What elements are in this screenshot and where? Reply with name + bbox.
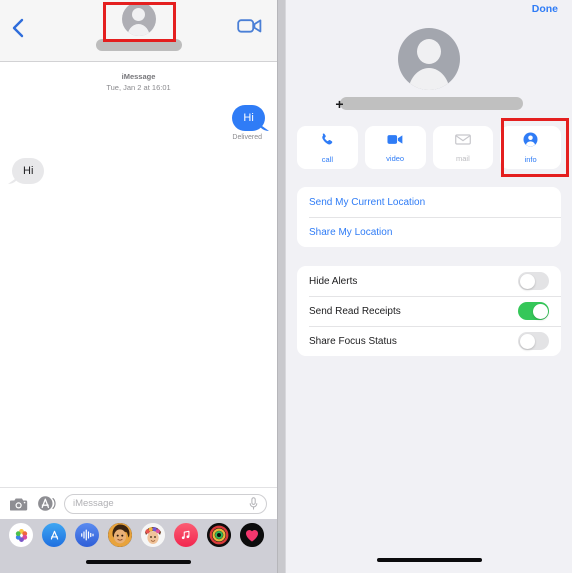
header-contact[interactable] <box>0 2 277 51</box>
service-label: iMessage <box>121 72 156 81</box>
send-read-receipts-label: Send Read Receipts <box>309 305 401 317</box>
phone-prefix: + <box>335 95 344 112</box>
hide-alerts-row[interactable]: Hide Alerts <box>297 266 561 296</box>
thread-meta: iMessage Tue, Jan 2 at 16:01 <box>12 62 265 93</box>
send-current-location-label: Send My Current Location <box>309 196 426 208</box>
details-spacer <box>286 356 572 547</box>
contact-phone-number: + <box>286 95 572 112</box>
share-focus-status-toggle[interactable] <box>518 332 549 350</box>
message-row-incoming: Hi <box>12 158 265 184</box>
settings-card: Hide Alerts Send Read Receipts Share Foc… <box>297 266 561 356</box>
panel-divider <box>277 0 286 573</box>
messages-conversation-panel: iMessage Tue, Jan 2 at 16:01 Hi Delivere… <box>0 0 277 573</box>
microphone-icon[interactable] <box>249 497 258 510</box>
heart-app-icon[interactable] <box>240 523 264 547</box>
video-camera-icon[interactable] <box>237 16 263 36</box>
envelope-icon <box>454 133 471 151</box>
delivery-status: Delivered <box>232 134 262 141</box>
phone-icon <box>320 132 335 152</box>
share-my-location-row[interactable]: Share My Location <box>297 217 561 247</box>
avatar[interactable] <box>121 2 156 36</box>
done-button[interactable]: Done <box>532 3 558 15</box>
memoji-two-icon[interactable] <box>141 523 165 547</box>
message-thread: iMessage Tue, Jan 2 at 16:01 Hi Delivere… <box>0 62 277 487</box>
camera-icon[interactable] <box>9 496 29 512</box>
video-camera-icon <box>387 133 403 151</box>
digital-touch-icon[interactable] <box>207 523 231 547</box>
details-nav-bar: Done <box>286 0 572 18</box>
message-bubble-incoming[interactable]: Hi <box>12 158 45 184</box>
home-indicator-bar <box>376 558 482 562</box>
mail-button-label: mail <box>455 153 470 163</box>
message-input-field[interactable]: iMessage <box>64 493 267 514</box>
photos-app-icon[interactable] <box>9 523 33 547</box>
contact-summary: + <box>286 28 572 112</box>
app-store-icon[interactable] <box>42 523 66 547</box>
contact-action-buttons: call video mail info <box>286 118 572 177</box>
send-read-receipts-toggle[interactable] <box>518 302 549 320</box>
hide-alerts-toggle[interactable] <box>518 272 549 290</box>
music-app-icon[interactable] <box>174 523 198 547</box>
thread-timestamp: Tue, Jan 2 at 16:01 <box>106 83 171 92</box>
message-bubble-outgoing[interactable]: Hi <box>232 105 265 131</box>
imessage-app-drawer[interactable] <box>0 519 277 551</box>
conversation-header <box>0 0 277 62</box>
send-current-location-row[interactable]: Send My Current Location <box>297 187 561 217</box>
info-button[interactable]: info <box>500 126 561 169</box>
location-card: Send My Current Location Share My Locati… <box>297 187 561 247</box>
info-button-label: info <box>524 154 537 164</box>
contact-name-redacted <box>95 39 182 51</box>
call-button[interactable]: call <box>297 126 358 169</box>
audio-message-icon[interactable] <box>75 523 99 547</box>
video-button-label: video <box>386 153 405 163</box>
hide-alerts-label: Hide Alerts <box>309 275 358 287</box>
mail-button: mail <box>432 126 494 169</box>
home-indicator-right <box>286 547 572 573</box>
toggle-knob <box>519 273 535 289</box>
person-circle-icon <box>523 132 538 152</box>
memoji-one-icon[interactable] <box>108 523 132 547</box>
contact-details-panel: Done + call video mail info Send My Curr… <box>286 0 572 573</box>
video-button[interactable]: video <box>364 126 426 169</box>
share-focus-status-row[interactable]: Share Focus Status <box>297 326 561 356</box>
share-my-location-label: Share My Location <box>309 226 393 238</box>
contact-avatar[interactable] <box>398 28 460 90</box>
person-avatar-icon <box>121 2 156 36</box>
toggle-knob <box>519 333 535 349</box>
send-read-receipts-row[interactable]: Send Read Receipts <box>297 296 561 326</box>
message-input-placeholder: iMessage <box>73 498 114 509</box>
app-store-icon[interactable] <box>37 494 56 513</box>
phone-number-redacted <box>339 97 523 110</box>
message-row-outgoing: Hi Delivered <box>12 105 265 141</box>
home-indicator-bar <box>86 560 191 564</box>
compose-bar: iMessage <box>0 487 277 519</box>
share-focus-status-label: Share Focus Status <box>309 335 397 347</box>
dual-pane-screenshot: iMessage Tue, Jan 2 at 16:01 Hi Delivere… <box>0 0 572 573</box>
call-button-label: call <box>321 154 333 164</box>
toggle-knob <box>532 303 548 319</box>
home-indicator-left <box>0 551 277 573</box>
